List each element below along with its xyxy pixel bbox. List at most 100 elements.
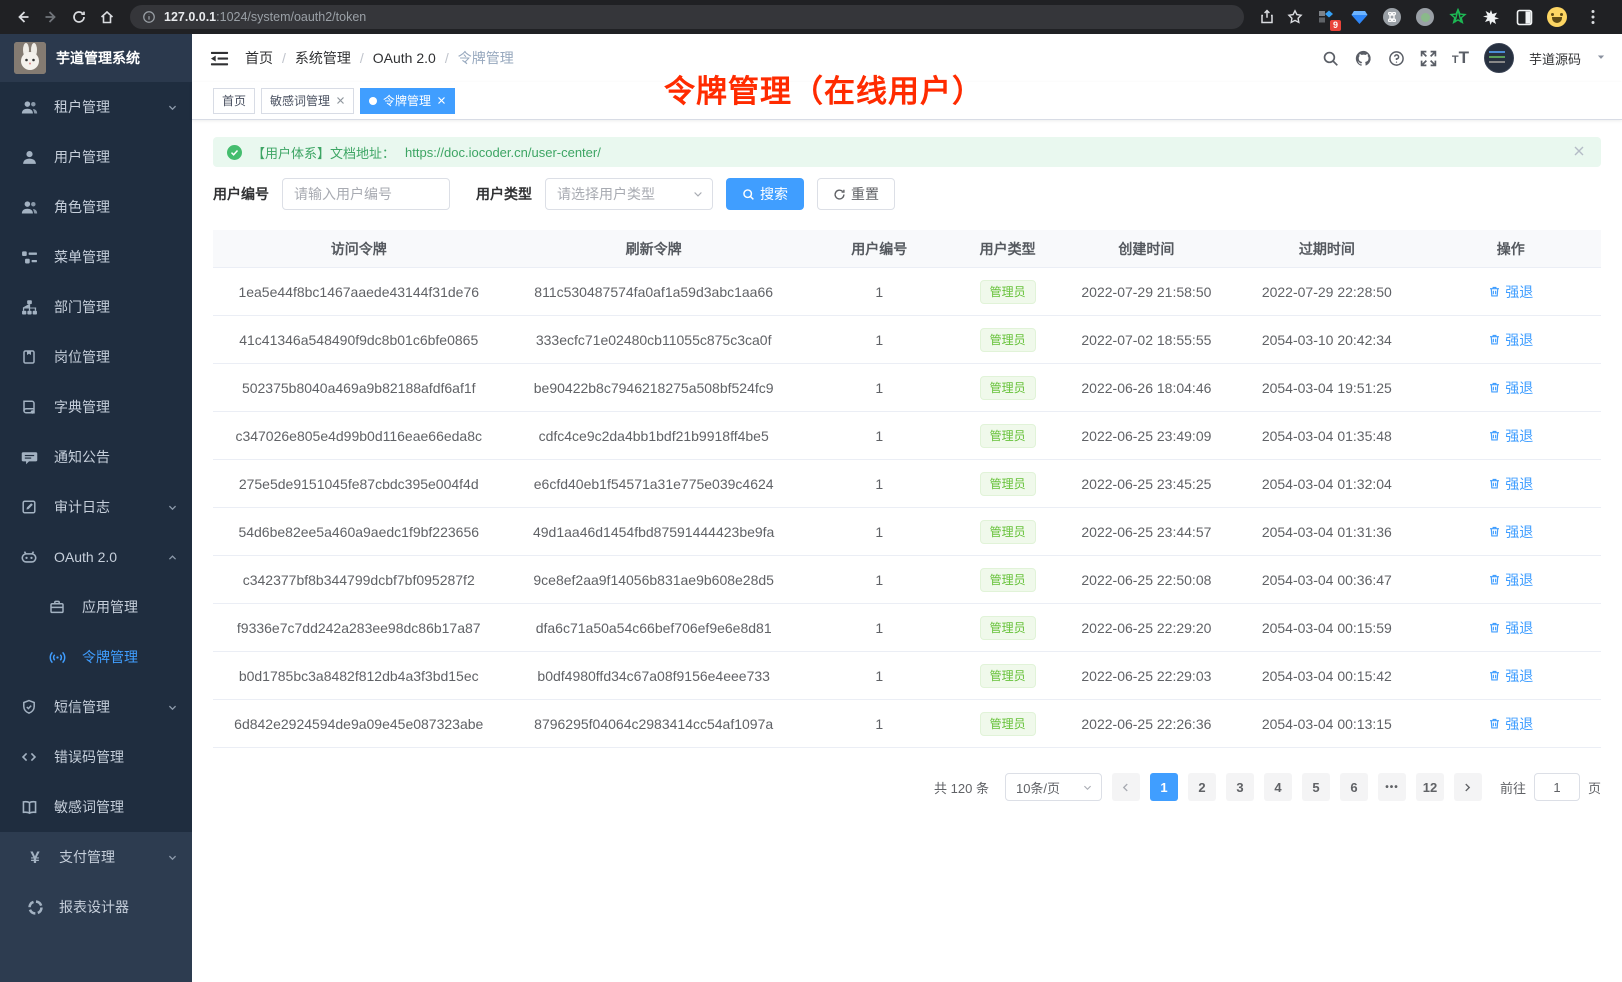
user-type-select[interactable]: 请选择用户类型 bbox=[545, 178, 713, 210]
access-token: f9336e7c7dd242a283ee98dc86b17a87 bbox=[213, 620, 504, 636]
force-logout-button[interactable]: 强退 bbox=[1488, 618, 1533, 638]
font-size-icon[interactable]: TT bbox=[1452, 48, 1469, 68]
access-token: c342377bf8b344799dcbf7bf095287f2 bbox=[213, 572, 504, 588]
goto-page-input[interactable] bbox=[1534, 773, 1580, 801]
prev-page-button[interactable] bbox=[1112, 773, 1140, 801]
collapse-sidebar-icon[interactable] bbox=[210, 49, 229, 68]
sidebar-item-sensitive-word[interactable]: 敏感词管理 bbox=[0, 782, 192, 832]
username[interactable]: 芋道源码 bbox=[1529, 49, 1581, 68]
sidebar-item-pay[interactable]: ¥ 支付管理 bbox=[0, 832, 192, 882]
sidebar-item-label: 岗位管理 bbox=[54, 347, 110, 367]
page-button-5[interactable]: 5 bbox=[1302, 773, 1330, 801]
user-id-input[interactable] bbox=[282, 178, 450, 210]
user-id: 1 bbox=[803, 620, 956, 636]
alert-close-icon[interactable] bbox=[1573, 145, 1585, 157]
share-icon[interactable] bbox=[1254, 4, 1280, 30]
browser-bar: 127.0.0.1:1024/system/oauth2/token 9 bbox=[0, 0, 1622, 34]
force-logout-button[interactable]: 强退 bbox=[1488, 330, 1533, 350]
edit-doc-icon bbox=[20, 498, 38, 516]
page-button-1[interactable]: 1 bbox=[1150, 773, 1178, 801]
trash-icon bbox=[1488, 525, 1501, 538]
page-button-12[interactable]: 12 bbox=[1416, 773, 1444, 801]
chat-bubble-icon bbox=[20, 448, 38, 466]
user-avatar[interactable] bbox=[1484, 43, 1514, 73]
expire-time: 2054-03-04 00:36:47 bbox=[1233, 572, 1420, 588]
user-type: 管理员 bbox=[956, 376, 1060, 400]
url-bar[interactable]: 127.0.0.1:1024/system/oauth2/token bbox=[130, 5, 1244, 29]
table-row: 1ea5e44f8bc1467aaede43144f31de76 811c530… bbox=[213, 268, 1601, 316]
tab-sensitive-word[interactable]: 敏感词管理 bbox=[261, 88, 354, 114]
extension-icon[interactable]: 9 bbox=[1316, 7, 1336, 27]
github-icon[interactable] bbox=[1354, 49, 1373, 68]
sidebar-item-oauth-app[interactable]: 应用管理 bbox=[0, 582, 192, 632]
force-logout-button[interactable]: 强退 bbox=[1488, 666, 1533, 686]
green-star-extension-icon[interactable] bbox=[1448, 7, 1468, 27]
sidebar-item-sms[interactable]: 短信管理 bbox=[0, 682, 192, 732]
breadcrumb-separator: / bbox=[445, 50, 449, 66]
sidebar-item-role[interactable]: 角色管理 bbox=[0, 182, 192, 232]
trash-icon bbox=[1488, 717, 1501, 730]
sidebar: 芋道管理系统 租户管理 用户管理 角色管理 菜单管理 bbox=[0, 34, 192, 982]
page-info-icon bbox=[142, 10, 156, 24]
sidebar-item-error-code[interactable]: 错误码管理 bbox=[0, 732, 192, 782]
profile-avatar-emoji[interactable] bbox=[1547, 7, 1567, 27]
sidebar-item-dept[interactable]: 部门管理 bbox=[0, 282, 192, 332]
page-ellipsis-button[interactable]: ••• bbox=[1378, 773, 1406, 801]
sidebar-item-token[interactable]: 令牌管理 bbox=[0, 632, 192, 682]
token-table: 访问令牌 刷新令牌 用户编号 用户类型 创建时间 过期时间 操作 1ea5e44… bbox=[213, 230, 1601, 748]
page-button-2[interactable]: 2 bbox=[1188, 773, 1216, 801]
close-icon[interactable] bbox=[336, 96, 345, 105]
next-page-button[interactable] bbox=[1454, 773, 1482, 801]
breadcrumb-system[interactable]: 系统管理 bbox=[295, 48, 351, 68]
sidebar-item-user[interactable]: 用户管理 bbox=[0, 132, 192, 182]
force-logout-button[interactable]: 强退 bbox=[1488, 474, 1533, 494]
sidebar-item-label: 报表设计器 bbox=[59, 897, 129, 917]
sidebar-item-report-designer[interactable]: 报表设计器 bbox=[0, 882, 192, 932]
sidebar-item-dict[interactable]: 字典管理 bbox=[0, 382, 192, 432]
search-button[interactable]: 搜索 bbox=[726, 178, 804, 210]
tab-home[interactable]: 首页 bbox=[213, 88, 255, 114]
breadcrumb-oauth[interactable]: OAuth 2.0 bbox=[373, 50, 436, 66]
force-logout-button[interactable]: 强退 bbox=[1488, 522, 1533, 542]
sidebar-item-post[interactable]: 岗位管理 bbox=[0, 332, 192, 382]
force-logout-button[interactable]: 强退 bbox=[1488, 714, 1533, 734]
close-icon[interactable] bbox=[437, 96, 446, 105]
gem-extension-icon[interactable] bbox=[1349, 7, 1369, 27]
sidebar-item-tenant[interactable]: 租户管理 bbox=[0, 82, 192, 132]
user-type: 管理员 bbox=[956, 616, 1060, 640]
browser-home-icon[interactable] bbox=[94, 4, 120, 30]
user-menu-caret-icon[interactable] bbox=[1596, 52, 1606, 65]
sidebar-item-audit-log[interactable]: 审计日志 bbox=[0, 482, 192, 532]
force-logout-button[interactable]: 强退 bbox=[1488, 378, 1533, 398]
side-panel-icon[interactable] bbox=[1514, 7, 1534, 27]
force-logout-button[interactable]: 强退 bbox=[1488, 282, 1533, 302]
url-host: 127.0.0.1 bbox=[164, 10, 216, 24]
sidebar-item-notice[interactable]: 通知公告 bbox=[0, 432, 192, 482]
command-extension-icon[interactable] bbox=[1382, 7, 1402, 27]
page-button-6[interactable]: 6 bbox=[1340, 773, 1368, 801]
browser-reload-icon[interactable] bbox=[66, 4, 92, 30]
page-size-select[interactable]: 10条/页 bbox=[1005, 773, 1102, 801]
page-button-3[interactable]: 3 bbox=[1226, 773, 1254, 801]
browser-menu-icon[interactable] bbox=[1580, 4, 1606, 30]
search-icon bbox=[742, 188, 755, 201]
force-logout-button[interactable]: 强退 bbox=[1488, 426, 1533, 446]
sidebar-item-oauth2[interactable]: OAuth 2.0 bbox=[0, 532, 192, 582]
force-logout-button[interactable]: 强退 bbox=[1488, 570, 1533, 590]
search-icon[interactable] bbox=[1322, 50, 1339, 67]
tab-token[interactable]: 令牌管理 bbox=[360, 88, 455, 114]
reset-button[interactable]: 重置 bbox=[817, 178, 895, 210]
breadcrumb-home[interactable]: 首页 bbox=[245, 48, 273, 68]
doc-link[interactable]: https://doc.iocoder.cn/user-center/ bbox=[405, 145, 601, 160]
sidebar-item-menu[interactable]: 菜单管理 bbox=[0, 232, 192, 282]
record-extension-icon[interactable] bbox=[1415, 7, 1435, 27]
help-icon[interactable] bbox=[1388, 50, 1405, 67]
browser-forward-icon[interactable] bbox=[38, 4, 64, 30]
sidebar-logo-row[interactable]: 芋道管理系统 bbox=[0, 34, 192, 82]
sidebar-item-label: 租户管理 bbox=[54, 97, 110, 117]
browser-back-icon[interactable] bbox=[10, 4, 36, 30]
bookmark-star-icon[interactable] bbox=[1282, 4, 1308, 30]
pinwheel-extension-icon[interactable] bbox=[1481, 7, 1501, 27]
page-button-4[interactable]: 4 bbox=[1264, 773, 1292, 801]
fullscreen-icon[interactable] bbox=[1420, 50, 1437, 67]
